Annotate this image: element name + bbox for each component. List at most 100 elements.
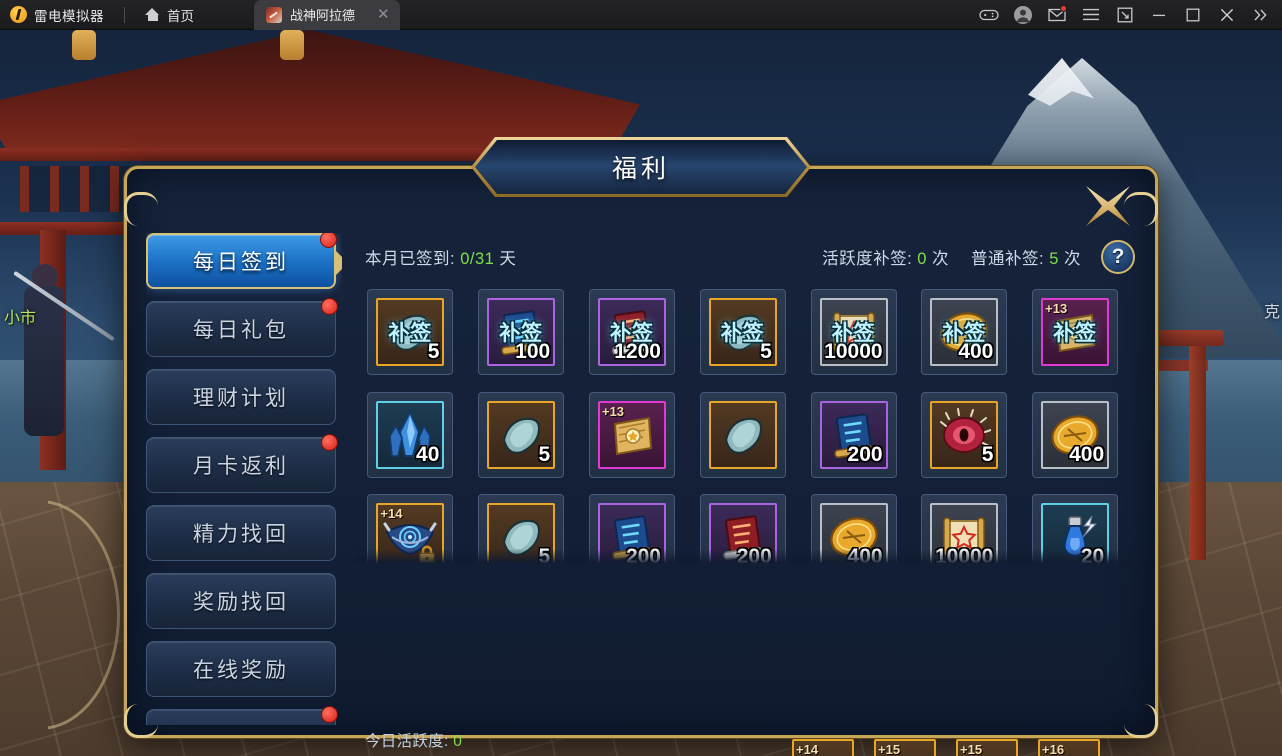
reward-item-stone-icon: 5 <box>487 503 556 563</box>
reward-slot[interactable]: 5 <box>478 391 565 478</box>
reward-slot[interactable]: 200 <box>588 494 675 563</box>
activity-resign-unit: 次 <box>932 250 950 268</box>
reward-slot[interactable]: 400 补签 <box>921 289 1008 376</box>
reward-cell[interactable]: 5 补签 <box>687 281 798 384</box>
reward-cell[interactable]: 200 <box>798 384 909 487</box>
rewards-grid-scroll[interactable]: 5 补签 100 补签 1200 补签 5 补签 10000 补签 400 补签 +13 补签 40 5 +13… <box>355 281 1141 563</box>
reward-slot[interactable]: 400 <box>1032 391 1119 478</box>
enhance-level-badge: +14 <box>380 506 403 522</box>
enhance-level-badge: +13 <box>601 403 625 419</box>
sidebar-badge-dot <box>321 434 338 451</box>
reward-cell[interactable]: 5 补签 <box>355 281 466 384</box>
reward-cell[interactable]: 5 <box>909 384 1020 487</box>
reward-slot[interactable]: 40 <box>367 391 454 478</box>
reward-cell[interactable]: +14 <box>355 486 466 563</box>
cumulative-reward-item[interactable]: +1628天 <box>1037 739 1101 756</box>
sidebar-badge-dot <box>320 233 337 248</box>
reward-item-stone-icon: 5 <box>487 400 556 469</box>
sidebar-item-online-reward[interactable]: 在线奖励 <box>146 641 336 697</box>
reward-cell[interactable] <box>687 384 798 487</box>
reward-slot[interactable] <box>699 391 786 478</box>
reward-slot[interactable]: 200 <box>810 391 897 478</box>
reward-item-coin-icon: 400 <box>1041 400 1110 469</box>
reward-slot[interactable]: 5 <box>921 391 1008 478</box>
reward-slot[interactable]: +14 <box>367 494 454 563</box>
reward-cell[interactable]: 400 补签 <box>909 281 1020 384</box>
reward-slot[interactable]: 5 <box>478 494 565 563</box>
menu-icon[interactable] <box>1074 0 1108 30</box>
sidebar-item-reward-recover[interactable]: 奖励找回 <box>146 573 336 629</box>
fullscreen-icon[interactable] <box>1108 0 1142 30</box>
cumulative-reward-item[interactable]: +1514天 <box>873 739 937 756</box>
reward-slot[interactable]: 200 <box>699 494 786 563</box>
reward-cell[interactable]: 200 <box>577 486 688 563</box>
gamepad-icon[interactable] <box>972 0 1006 30</box>
reward-slot[interactable]: 100 补签 <box>478 289 565 376</box>
game-tab-close-icon[interactable]: ✕ <box>377 7 390 22</box>
reward-quantity: 200 <box>625 545 661 563</box>
home-icon <box>145 8 160 21</box>
question-mark-icon: ? <box>1111 245 1125 268</box>
help-button[interactable]: ? <box>1101 240 1135 274</box>
reward-cell[interactable]: 40 <box>355 384 466 487</box>
reward-item-scroll-red-icon: 1200 补签 <box>597 298 666 367</box>
reward-slot[interactable]: 5 补签 <box>367 289 454 376</box>
reward-slot[interactable]: 10000 补签 <box>810 289 897 376</box>
game-tab[interactable]: 战神阿拉德 ✕ <box>254 0 400 30</box>
sidebar-item-daily-gift[interactable]: 每日礼包 <box>146 298 338 357</box>
sidebar-item-daily-signin[interactable]: 每日签到 <box>146 233 342 289</box>
brand-area: 雷电模拟器 <box>0 5 118 25</box>
sidebar-item-energy-recover[interactable]: 精力找回 <box>146 505 336 561</box>
normal-resign-info: 普通补签: 5 次 <box>971 245 1081 269</box>
reward-slot[interactable]: 20 <box>1032 494 1119 563</box>
reward-slot[interactable]: +13 补签 <box>1032 289 1119 376</box>
reward-item-scroll-blue-icon: 100 补签 <box>487 298 556 367</box>
reward-cell[interactable]: 5 <box>466 486 577 563</box>
reward-cell[interactable]: +13 补签 <box>1020 281 1131 384</box>
sidebar-item-label: 每日礼包 <box>193 319 289 342</box>
cumulative-reward-item[interactable]: +15221天 <box>955 739 1019 756</box>
sidebar-item-next[interactable] <box>146 706 338 725</box>
sidebar-item-finance-plan[interactable]: 理财计划 <box>146 369 336 425</box>
close-icon[interactable] <box>1210 0 1244 30</box>
reward-slot[interactable]: 5 补签 <box>699 289 786 376</box>
cumulative-reward-item[interactable]: +1437天 <box>791 739 855 756</box>
reward-slot[interactable]: +13 <box>588 391 675 478</box>
reward-cell[interactable]: +13 <box>577 384 688 487</box>
activity-resign-value: 0 <box>917 250 927 268</box>
account-icon[interactable] <box>1006 0 1040 30</box>
reward-cell[interactable]: 400 <box>1020 384 1131 487</box>
reward-cell[interactable]: 100 补签 <box>466 281 577 384</box>
reward-slot[interactable]: 1200 补签 <box>588 289 675 376</box>
mail-icon[interactable] <box>1040 0 1074 30</box>
sidebar-badge-dot <box>321 706 338 723</box>
reward-cell[interactable]: 20 <box>1020 486 1131 563</box>
reward-art <box>716 408 770 462</box>
dialog-close-button[interactable] <box>1082 182 1134 230</box>
resign-overlay-label: 补签 <box>388 322 433 346</box>
temple-lantern-2 <box>280 30 304 60</box>
minimize-icon[interactable] <box>1142 0 1176 30</box>
more-icon[interactable] <box>1244 0 1278 30</box>
reward-item-crystal-icon: 40 <box>376 400 445 469</box>
reward-quantity: 400 <box>847 545 883 563</box>
reward-slot[interactable]: 10000 <box>921 494 1008 563</box>
mail-badge <box>1060 4 1067 12</box>
reward-cell[interactable]: 10000 补签 <box>798 281 909 384</box>
reward-slot[interactable]: 400 <box>810 494 897 563</box>
reward-cell[interactable]: 1200 补签 <box>577 281 688 384</box>
reward-item-scroll-blue-icon: 200 <box>819 400 888 469</box>
reward-cell[interactable]: 5 <box>466 384 577 487</box>
home-tab[interactable]: 首页 <box>131 0 208 30</box>
reward-quantity: 200 <box>847 442 883 466</box>
normal-resign-label: 普通补签: <box>971 250 1045 268</box>
brand-name: 雷电模拟器 <box>34 8 104 24</box>
dialog-sidebar: 每日签到 每日礼包 理财计划 月卡返利 精力找回 奖励找回 在线奖励 <box>146 233 342 725</box>
home-tab-label: 首页 <box>167 8 194 24</box>
sidebar-item-monthly-card[interactable]: 月卡返利 <box>146 434 338 493</box>
reward-cell[interactable]: 400 <box>798 486 909 563</box>
reward-cell[interactable]: 200 <box>687 486 798 563</box>
reward-cell[interactable]: 10000 <box>909 486 1020 563</box>
maximize-icon[interactable] <box>1176 0 1210 30</box>
torii-leg-right <box>1189 346 1206 560</box>
